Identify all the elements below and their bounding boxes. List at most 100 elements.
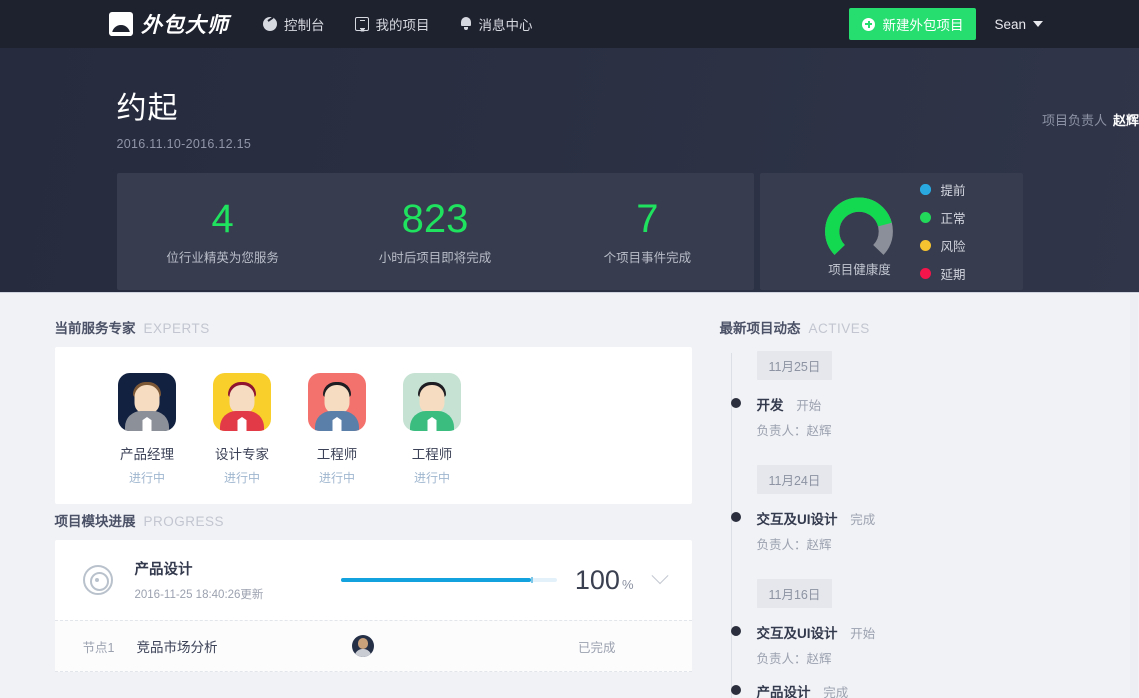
legend-item-risk: 风险 [920, 236, 966, 255]
avatar-head [324, 385, 350, 414]
timeline-event-owner: 负责人：赵辉 [756, 538, 832, 552]
timeline-event[interactable]: 交互及UI设计 完成 负责人：赵辉 [730, 508, 1085, 553]
avatar-male-icon [308, 373, 366, 431]
timeline-event-name: 交互及UI设计 [756, 626, 838, 641]
timeline-dot [730, 626, 741, 636]
expert-status: 进行中 [223, 471, 260, 485]
experts-list: 产品经理 进行中 设计专家 进行中 工程师 进行中 工程师 进行中 [55, 347, 692, 504]
timeline-event-name: 开发 [756, 398, 784, 413]
progress-module-updated: 2016-11-25 18:40:26更新 [134, 589, 264, 601]
project-owner-label: 项目负责人 [1041, 113, 1107, 128]
legend-dot-ahead [920, 184, 932, 195]
nav-item-messages[interactable]: 消息中心 [460, 14, 533, 34]
legend-label-risk: 风险 [940, 240, 966, 254]
progress-percent-value: 100 [574, 564, 620, 595]
expert-status: 进行中 [413, 471, 450, 485]
progress-module-text: 产品设计 2016-11-25 18:40:26更新 [135, 558, 325, 602]
stat-experts-value: 4 [211, 197, 234, 241]
project-date-range: 2016.11.10-2016.12.15 [116, 137, 252, 151]
experts-panel: 产品经理 进行中 设计专家 进行中 工程师 进行中 工程师 进行中 [54, 347, 692, 504]
timeline-dot [730, 685, 741, 695]
dashboard-icon [263, 17, 277, 31]
timeline-event[interactable]: 产品设计 完成 负责人：赵辉 [730, 681, 1085, 698]
timeline-spacer [736, 553, 1085, 579]
legend-label-ahead: 提前 [940, 184, 966, 198]
experts-title-cn: 当前服务专家 [54, 321, 136, 336]
nav-item-my-projects[interactable]: 我的项目 [354, 14, 430, 34]
timeline-event-name: 产品设计 [756, 685, 811, 698]
nav-item-console[interactable]: 控制台 [263, 14, 325, 34]
avatar-head [229, 385, 255, 414]
page-scrollbar[interactable] [1130, 294, 1138, 698]
avatar-male-icon [403, 373, 461, 431]
progress-bar-fill [340, 578, 531, 582]
progress-bar-knob[interactable] [530, 577, 533, 583]
timeline-event-title: 交互及UI设计 完成 [757, 508, 1085, 528]
progress-percent: 100% [573, 565, 634, 596]
progress-module-row[interactable]: 产品设计 2016-11-25 18:40:26更新 100% [55, 540, 692, 620]
chevron-down-icon[interactable] [651, 567, 668, 585]
project-owner-name: 赵辉 [1112, 113, 1139, 128]
progress-title-en: PROGRESS [143, 514, 225, 529]
health-gauge-caption: 项目健康度 [828, 263, 891, 277]
avatar-female-icon [213, 373, 271, 431]
legend-dot-normal [920, 212, 932, 223]
expert-card[interactable]: 设计专家 进行中 [195, 373, 290, 486]
stat-events-label: 个项目事件完成 [603, 251, 692, 265]
summary-cards: 4 位行业精英为您服务 823 小时后项目即将完成 7 个项目事件完成 项目健康… [116, 173, 1023, 290]
new-project-button-label: 新建外包项目 [882, 18, 964, 33]
health-gauge-wrap: 项目健康度 [816, 185, 902, 278]
timeline-dot [730, 398, 741, 408]
expert-name: 设计专家 [215, 447, 269, 462]
stat-events: 7 个项目事件完成 [541, 197, 753, 266]
timeline-event-owner: 负责人：赵辉 [756, 424, 832, 438]
legend-item-delayed: 延期 [920, 264, 966, 283]
right-column: 最新项目动态 ACTIVES 11月25日 开发 开始 负责人：赵辉 11月24… [720, 311, 1085, 698]
node-avatar-icon [351, 635, 374, 657]
stats-card: 4 位行业精英为您服务 823 小时后项目即将完成 7 个项目事件完成 [116, 173, 754, 290]
health-legend: 提前 正常 风险 延期 [920, 180, 966, 283]
brand-logo[interactable]: 外包大师 [109, 9, 229, 39]
target-icon [82, 565, 113, 595]
timeline-event-owner: 负责人：赵辉 [756, 652, 832, 666]
avatar-male-icon [118, 373, 176, 431]
timeline-spacer [736, 439, 1085, 465]
nav-item-messages-label: 消息中心 [478, 18, 533, 33]
timeline-event[interactable]: 交互及UI设计 开始 负责人：赵辉 [730, 622, 1085, 667]
actives-section-header: 最新项目动态 ACTIVES [720, 311, 1085, 347]
progress-bar-track[interactable] [340, 577, 557, 583]
progress-percent-symbol: % [621, 576, 634, 592]
project-hero: 约起 2016.11.10-2016.12.15 项目负责人 赵辉 4 位行业精英… [0, 48, 1139, 293]
timeline-event-title: 产品设计 完成 [757, 681, 1085, 698]
timeline-event-title: 开发 开始 [757, 394, 1085, 414]
stat-experts-label: 位行业精英为您服务 [166, 251, 279, 265]
legend-label-normal: 正常 [940, 212, 966, 226]
activity-timeline: 11月25日 开发 开始 负责人：赵辉 11月24日 交互及UI设计 完成 负责… [720, 351, 1085, 698]
timeline-event[interactable]: 开发 开始 负责人：赵辉 [730, 394, 1085, 439]
timeline-event-name: 交互及UI设计 [756, 512, 838, 527]
plus-circle-icon [862, 17, 876, 31]
user-name: Sean [994, 16, 1026, 32]
legend-item-ahead: 提前 [920, 180, 966, 199]
experts-section-header: 当前服务专家 EXPERTS [55, 311, 692, 347]
progress-title-cn: 项目模块进展 [54, 514, 136, 529]
nav-item-my-projects-label: 我的项目 [375, 18, 430, 33]
expert-card[interactable]: 工程师 进行中 [385, 373, 480, 486]
table-row[interactable]: 节点1 竞品市场分析 已完成 [54, 620, 692, 672]
timeline-event-title: 交互及UI设计 开始 [757, 622, 1085, 642]
stat-hours: 823 小时后项目即将完成 [329, 197, 541, 266]
top-navbar: 外包大师 控制台 我的项目 消息中心 新建外包项目 Sean [0, 0, 1139, 48]
list-icon [354, 17, 369, 31]
page-title: 约起 [116, 92, 179, 125]
timeline-event-state: 开始 [850, 627, 876, 641]
legend-item-normal: 正常 [920, 208, 966, 227]
actives-title-cn: 最新项目动态 [719, 321, 801, 336]
expert-name: 工程师 [316, 447, 358, 462]
stat-hours-value: 823 [401, 197, 469, 241]
expert-card[interactable]: 工程师 进行中 [290, 373, 385, 486]
health-gauge [816, 185, 902, 257]
node-index: 节点1 [82, 640, 115, 655]
expert-card[interactable]: 产品经理 进行中 [100, 373, 195, 486]
new-project-button[interactable]: 新建外包项目 [849, 8, 977, 40]
user-menu[interactable]: Sean [994, 17, 1043, 32]
